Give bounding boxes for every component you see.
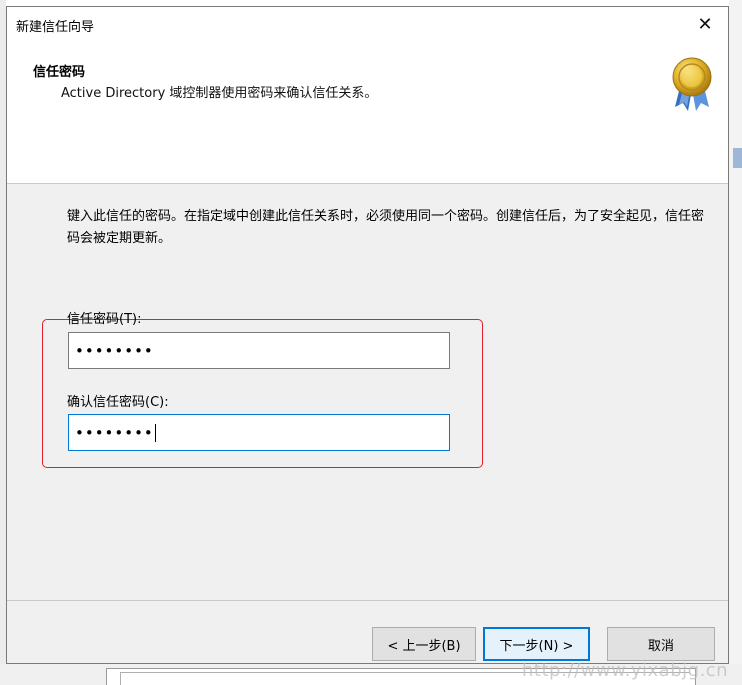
screen: 新建信任向导 ✕ 信任密码 Active Directory 域控制器使用密码来… (0, 0, 742, 685)
wizard-footer: < 上一步(B) 下一步(N) > 取消 (7, 600, 728, 663)
trust-password-value: •••••••• (75, 341, 154, 360)
cancel-button[interactable]: 取消 (607, 627, 715, 661)
background-scrollbar-thumb (733, 148, 742, 168)
close-icon: ✕ (697, 13, 713, 35)
close-button[interactable]: ✕ (682, 7, 728, 41)
award-ribbon-icon (672, 57, 712, 111)
window-title: 新建信任向导 (16, 20, 95, 35)
confirm-password-value: •••••••• (75, 423, 154, 442)
text-caret (154, 423, 156, 442)
trust-password-label: 信任密码(T): (67, 312, 142, 327)
site-watermark: http://www.yixabjg.cn (522, 660, 729, 681)
page-subtitle: Active Directory 域控制器使用密码来确认信任关系。 (61, 86, 378, 101)
confirm-password-input[interactable]: •••••••• (68, 414, 450, 451)
back-button[interactable]: < 上一步(B) (372, 627, 476, 661)
wizard-content: 键入此信任的密码。在指定域中创建此信任关系时，必须使用同一个密码。创建信任后，为… (7, 184, 728, 600)
next-button[interactable]: 下一步(N) > (483, 627, 590, 661)
instruction-text: 键入此信任的密码。在指定域中创建此信任关系时，必须使用同一个密码。创建信任后，为… (67, 209, 705, 246)
new-trust-wizard-dialog: 新建信任向导 ✕ 信任密码 Active Directory 域控制器使用密码来… (6, 6, 729, 664)
page-title: 信任密码 (33, 65, 86, 80)
confirm-password-label: 确认信任密码(C): (67, 395, 169, 410)
wizard-header: 信任密码 Active Directory 域控制器使用密码来确认信任关系。 (7, 41, 728, 184)
trust-password-input[interactable]: •••••••• (68, 332, 450, 369)
background-window-right-edge (729, 0, 742, 685)
title-bar: 新建信任向导 ✕ (7, 7, 728, 41)
